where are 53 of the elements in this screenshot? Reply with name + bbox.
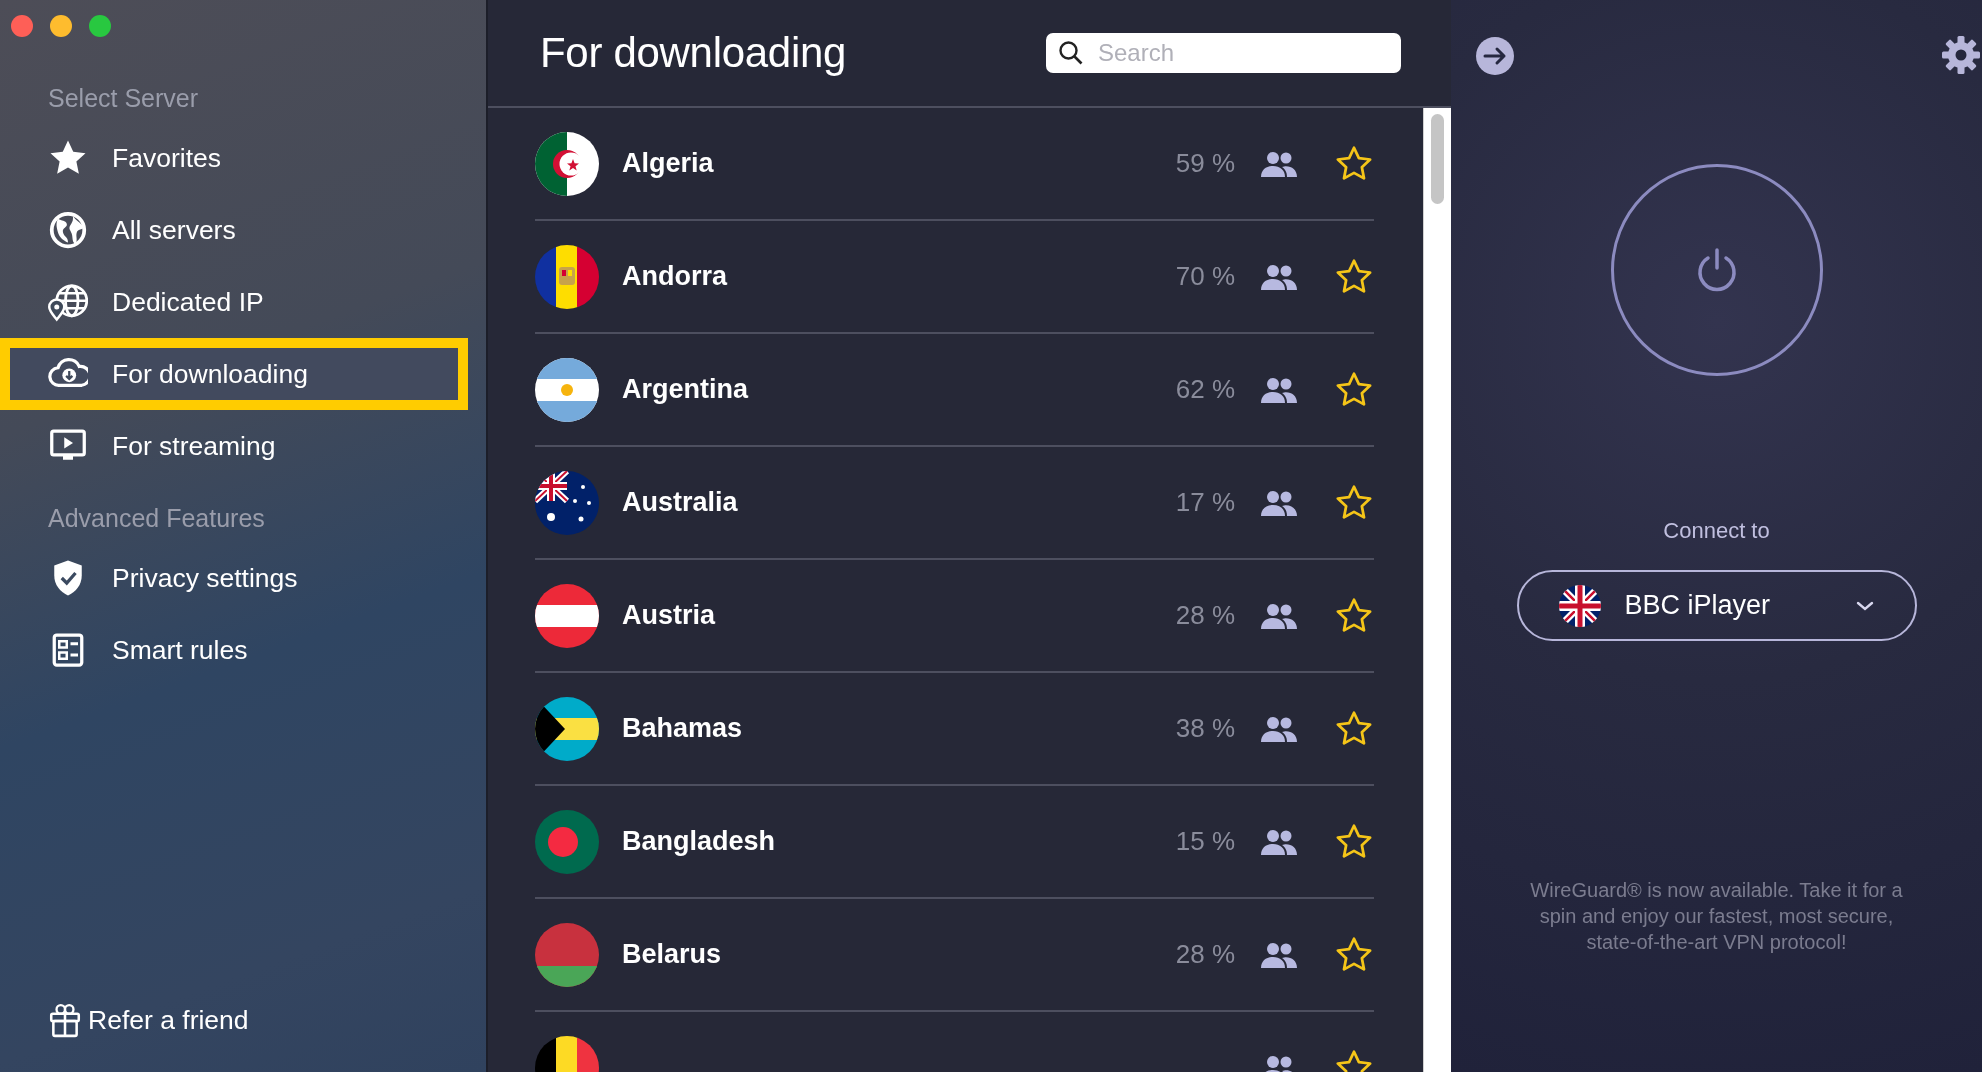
gift-icon xyxy=(48,1002,82,1038)
settings-icon[interactable] xyxy=(1942,36,1980,74)
globe-icon xyxy=(48,210,88,250)
chevron-down-icon xyxy=(1854,599,1875,612)
server-row[interactable]: Argentina 62 % xyxy=(535,334,1374,447)
flag-icon xyxy=(1558,584,1601,627)
country-name: Austria xyxy=(622,600,717,631)
section-heading: Advanced Features xyxy=(47,503,266,534)
sidebar-item[interactable]: Dedicated IP xyxy=(0,266,468,338)
server-row[interactable]: Andorra 70 % xyxy=(535,221,1374,334)
server-row[interactable]: Bahamas 38 % xyxy=(535,673,1374,786)
sidebar-item[interactable]: Privacy settings xyxy=(0,542,468,614)
server-load: 38 % xyxy=(1174,713,1235,744)
close-button[interactable] xyxy=(11,15,33,37)
sidebar-item[interactable]: Smart rules xyxy=(0,614,468,686)
sidebar-item[interactable]: Favorites xyxy=(0,122,468,194)
scrollbar-thumb[interactable] xyxy=(1431,114,1444,204)
server-row[interactable]: Bangladesh 15 % xyxy=(535,786,1374,899)
server-load: 70 % xyxy=(1174,261,1235,292)
zoom-button[interactable] xyxy=(89,15,111,37)
country-name: Argentina xyxy=(622,374,750,405)
search-field[interactable]: Search xyxy=(1046,33,1401,73)
server-load: 28 % xyxy=(1174,939,1235,970)
power-button[interactable] xyxy=(1610,164,1823,376)
location-dropdown[interactable]: BBC iPlayer xyxy=(1516,570,1917,641)
minimize-button[interactable] xyxy=(50,15,72,37)
server-load: 62 % xyxy=(1174,374,1235,405)
flag-icon xyxy=(535,244,599,309)
country-name: Algeria xyxy=(622,148,715,179)
country-name: Australia xyxy=(622,487,739,518)
sidebar-item[interactable]: For downloading xyxy=(0,338,468,410)
sidebar-item[interactable]: All servers xyxy=(0,194,468,266)
server-row[interactable]: Belarus 28 % xyxy=(535,899,1374,1012)
arrow-right-icon[interactable] xyxy=(1475,36,1515,76)
refer-link[interactable]: Refer a friend xyxy=(0,1002,486,1072)
page-title: For downloading xyxy=(540,29,847,77)
notice-text: WireGuard® is now available. Take it for a spin and enjoy our fastest, most secure, state-of-the-art VPN protocol! xyxy=(1529,878,1904,955)
scrollbar[interactable] xyxy=(1423,108,1451,1072)
globe-pin-icon xyxy=(48,282,88,322)
connect-label: Connect to xyxy=(1663,518,1770,544)
country-name: Belarus xyxy=(622,939,723,970)
server-load: 28 % xyxy=(1174,600,1235,631)
country-name: Andorra xyxy=(622,261,729,292)
country-name: Bahamas xyxy=(622,713,744,744)
sidebar-item[interactable]: For streaming xyxy=(0,410,468,482)
server-load: 59 % xyxy=(1174,148,1235,179)
server-row[interactable]: Austria 28 % xyxy=(535,560,1374,673)
server-load: 17 % xyxy=(1174,487,1235,518)
server-row[interactable]: Australia 17 % xyxy=(535,447,1374,560)
server-row[interactable]: Algeria 59 % xyxy=(535,108,1374,221)
server-load: 15 % xyxy=(1174,826,1235,857)
country-name: Bangladesh xyxy=(622,826,777,857)
section-heading: Select Server xyxy=(47,83,200,114)
